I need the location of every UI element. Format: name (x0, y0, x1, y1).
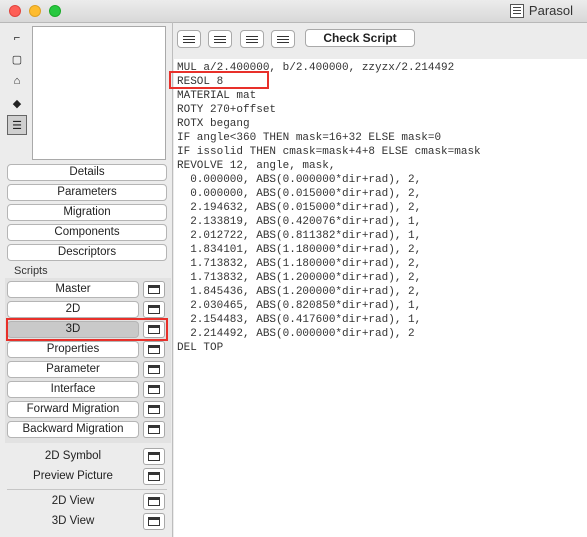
check-script-button[interactable]: Check Script (305, 29, 415, 47)
open-window-icon[interactable] (143, 493, 165, 510)
open-window-icon[interactable] (143, 381, 165, 398)
open-window-icon[interactable] (143, 401, 165, 418)
code-line: 1.713832, ABS(1.200000*dir+rad), 2, (177, 272, 422, 284)
code-line: IF angle<360 THEN mask=16+32 ELSE mask=0 (177, 132, 442, 144)
script-master-button[interactable]: Master (7, 281, 139, 298)
code-line: REVOLVE 12, angle, mask, (177, 160, 336, 172)
numbered-list-icon[interactable] (208, 30, 232, 48)
script-2d-button[interactable]: 2D (7, 301, 139, 318)
open-window-icon[interactable] (143, 468, 165, 485)
preview-picture-label[interactable]: Preview Picture (7, 468, 139, 485)
open-window-icon[interactable] (143, 513, 165, 530)
3d-view-label[interactable]: 3D View (7, 513, 139, 530)
open-window-icon[interactable] (143, 421, 165, 438)
components-button[interactable]: Components (7, 224, 167, 241)
code-line: MATERIAL mat (177, 90, 257, 102)
code-line: DEL TOP (177, 342, 224, 354)
window-title: Parasol (528, 3, 573, 18)
script-backward-migration-button[interactable]: Backward Migration (7, 421, 139, 438)
code-line: 2.194632, ABS(0.015000*dir+rad), 2, (177, 202, 422, 214)
code-line: 2.012722, ABS(0.811382*dir+rad), 1, (177, 230, 422, 242)
code-line: 0.000000, ABS(0.015000*dir+rad), 2, (177, 188, 422, 200)
code-line: 2.030465, ABS(0.820850*dir+rad), 1, (177, 300, 422, 312)
minimize-window-button[interactable] (29, 5, 41, 17)
script-forward-migration-button[interactable]: Forward Migration (7, 401, 139, 418)
open-window-icon[interactable] (143, 341, 165, 358)
highlight-resol-line (169, 71, 269, 89)
code-line: ROTX begang (177, 118, 250, 130)
preview-area (32, 26, 166, 160)
parameters-button[interactable]: Parameters (7, 184, 167, 201)
zoom-window-button[interactable] (49, 5, 61, 17)
migration-button[interactable]: Migration (7, 204, 167, 221)
open-window-icon[interactable] (143, 301, 165, 318)
2d-view-label[interactable]: 2D View (7, 493, 139, 510)
3d-cube-icon[interactable]: ◆ (9, 95, 25, 111)
title-bar: Parasol (0, 0, 587, 23)
floor-plan-icon[interactable]: ⌂ (9, 73, 25, 89)
open-window-icon[interactable] (143, 448, 165, 465)
document-icon (509, 3, 524, 18)
close-window-button[interactable] (9, 5, 21, 17)
code-line: 2.154483, ABS(0.417600*dir+rad), 1, (177, 314, 422, 326)
highlight-3d-script (6, 318, 168, 341)
window-title-group: Parasol (509, 3, 573, 18)
code-line: 1.713832, ABS(1.180000*dir+rad), 2, (177, 258, 422, 270)
divider (7, 489, 167, 490)
open-window-icon[interactable] (143, 281, 165, 298)
rectangle-tool-icon[interactable]: ▢ (9, 51, 25, 67)
script-parameter-button[interactable]: Parameter (7, 361, 139, 378)
descriptors-button[interactable]: Descriptors (7, 244, 167, 261)
code-line: ROTY 270+offset (177, 104, 277, 116)
indent-icon[interactable] (240, 30, 264, 48)
code-line: 1.834101, ABS(1.180000*dir+rad), 2, (177, 244, 422, 256)
open-window-icon[interactable] (143, 361, 165, 378)
select-tool-icon[interactable]: ⌐ (9, 30, 25, 46)
code-line: 1.845436, ABS(1.200000*dir+rad), 2, (177, 286, 422, 298)
script-interface-button[interactable]: Interface (7, 381, 139, 398)
code-line: 0.000000, ABS(0.000000*dir+rad), 2, (177, 174, 422, 186)
outdent-icon[interactable] (271, 30, 295, 48)
bulleted-list-icon[interactable] (177, 30, 201, 48)
script-properties-button[interactable]: Properties (7, 341, 139, 358)
pane-divider[interactable] (172, 22, 173, 537)
list-view-icon[interactable]: ☰ (7, 115, 27, 135)
code-line: IF issolid THEN cmask=mask+4+8 ELSE cmas… (177, 146, 481, 158)
code-line: 2.214492, ABS(0.000000*dir+rad), 2 (177, 328, 415, 340)
script-editor[interactable]: MUL a/2.400000, b/2.400000, zzyzx/2.2144… (174, 59, 587, 537)
2d-symbol-label[interactable]: 2D Symbol (7, 448, 139, 465)
code-line: 2.133819, ABS(0.420076*dir+rad), 1, (177, 216, 422, 228)
details-button[interactable]: Details (7, 164, 167, 181)
scripts-section-label: Scripts (14, 265, 48, 277)
